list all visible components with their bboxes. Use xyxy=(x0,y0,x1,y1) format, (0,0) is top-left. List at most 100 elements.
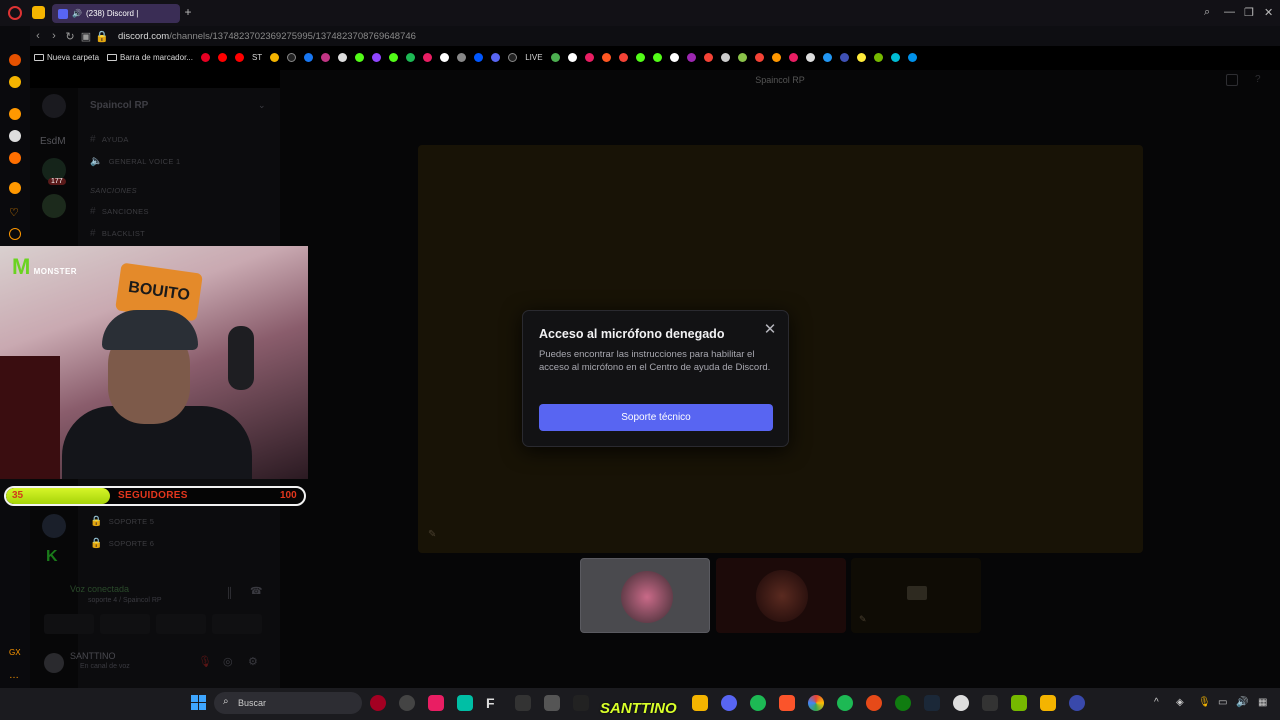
bookmark-icon[interactable] xyxy=(720,52,730,62)
bookmark-icon[interactable] xyxy=(822,52,832,62)
mic-muted-icon[interactable]: 🎙 xyxy=(198,655,212,668)
maximize-button[interactable]: ❐ xyxy=(1244,6,1254,19)
disconnect-icon[interactable]: ☎ xyxy=(250,586,262,597)
server-icon[interactable] xyxy=(42,194,66,218)
nvidia-icon[interactable] xyxy=(1011,695,1027,711)
bookmark-icon[interactable] xyxy=(457,52,467,62)
camera-icon[interactable]: ▣ xyxy=(78,30,94,43)
bookmark-icon[interactable] xyxy=(474,52,484,62)
headphones-icon[interactable]: ◎ xyxy=(223,655,233,668)
bookmark-icon[interactable] xyxy=(584,52,594,62)
opera-logo-icon[interactable] xyxy=(8,6,22,20)
history-icon[interactable] xyxy=(9,228,21,240)
volume-icon[interactable]: 🔊 xyxy=(1236,697,1248,708)
bookmark-icon[interactable] xyxy=(567,52,577,62)
bookmark-icon[interactable] xyxy=(618,52,628,62)
bookmark-icon[interactable] xyxy=(601,52,611,62)
help-icon[interactable]: ? xyxy=(1255,74,1261,85)
bookmark-icon[interactable] xyxy=(890,52,900,62)
voice-location[interactable]: soporte 4 / Spaincol RP xyxy=(88,597,162,604)
screen-share-button[interactable] xyxy=(100,614,150,634)
discord-taskbar-icon[interactable] xyxy=(721,695,737,711)
url-field[interactable]: discord.com/channels/1374823702369275995… xyxy=(118,31,416,42)
close-window-button[interactable]: ✕ xyxy=(1264,6,1273,19)
facebook-icon[interactable] xyxy=(304,52,314,62)
taskbar-app-icon[interactable] xyxy=(866,695,882,711)
server-abbrev[interactable]: EsdM xyxy=(40,136,66,147)
bookmark-icon[interactable] xyxy=(856,52,866,62)
server-icon[interactable] xyxy=(42,514,66,538)
activities-button[interactable] xyxy=(156,614,206,634)
bookmark-icon[interactable] xyxy=(839,52,849,62)
spotify-icon[interactable] xyxy=(406,52,416,62)
kick-server-icon[interactable]: K xyxy=(46,548,58,566)
chevron-up-icon[interactable]: ^ xyxy=(1154,697,1159,708)
search-icon[interactable]: ⌕ xyxy=(1204,6,1210,19)
channel-item[interactable]: 🔒 SOPORTE 5 xyxy=(90,516,154,527)
tray-icon[interactable]: ◈ xyxy=(1176,697,1184,708)
back-button[interactable]: ‹ xyxy=(30,30,46,42)
discord-home-icon[interactable] xyxy=(42,94,66,118)
camera-button[interactable] xyxy=(44,614,94,634)
spotify-icon[interactable] xyxy=(837,695,853,711)
bookmark-icon[interactable] xyxy=(491,52,501,62)
participant-tile[interactable] xyxy=(716,558,846,633)
new-tab-button[interactable]: + xyxy=(181,6,195,20)
sidebar-app-icon[interactable] xyxy=(9,54,21,66)
tiktok-icon[interactable] xyxy=(508,52,518,62)
bookmark-icon[interactable] xyxy=(907,52,917,62)
pinned-tab-icon[interactable] xyxy=(32,6,45,19)
sidebar-app-icon[interactable] xyxy=(9,182,21,194)
bookmark-icon[interactable] xyxy=(737,52,747,62)
gx-icon[interactable]: GX xyxy=(9,648,21,660)
avatar[interactable] xyxy=(44,653,64,673)
server-name[interactable]: Spaincol RP xyxy=(90,100,148,111)
chat-toggle-icon[interactable] xyxy=(1226,74,1238,86)
bookmark-icon[interactable] xyxy=(652,52,662,62)
pinterest-icon[interactable] xyxy=(200,52,210,62)
bookmark-st[interactable]: ST xyxy=(252,53,262,62)
soundboard-button[interactable] xyxy=(212,614,262,634)
chrome-icon[interactable] xyxy=(808,695,824,711)
support-button[interactable]: Soporte técnico xyxy=(539,404,773,431)
sidebar-app-icon[interactable] xyxy=(9,76,21,88)
close-icon[interactable]: ✕ xyxy=(763,322,777,337)
bookmark-icon[interactable] xyxy=(754,52,764,62)
minimize-button[interactable]: — xyxy=(1224,6,1235,18)
x-icon[interactable] xyxy=(338,52,348,62)
taskbar-app-icon[interactable] xyxy=(750,695,766,711)
twitch-icon[interactable] xyxy=(372,52,382,62)
epic-games-icon[interactable] xyxy=(982,695,998,711)
forward-button[interactable]: › xyxy=(46,30,62,42)
channel-item[interactable]: # AYUDA xyxy=(90,134,129,145)
bookmark-folder-barra[interactable]: Barra de marcador... xyxy=(107,53,193,62)
tiktok-icon[interactable] xyxy=(287,52,297,62)
bookmark-icon[interactable] xyxy=(788,52,798,62)
discord-sidebar-icon[interactable] xyxy=(9,152,21,164)
taskbar-app-icon[interactable] xyxy=(1040,695,1056,711)
instagram-icon[interactable] xyxy=(321,52,331,62)
bookmark-icon[interactable] xyxy=(686,52,696,62)
channel-item[interactable]: 🔈 GENERAL VOICE 1 xyxy=(90,156,181,167)
taskbar-app-icon[interactable] xyxy=(573,695,589,711)
microphone-tray-icon[interactable]: 🎙 xyxy=(1198,697,1211,708)
more-icon[interactable]: … xyxy=(9,670,21,682)
tab-discord[interactable]: 🔊 (238) Discord | xyxy=(52,4,180,23)
username[interactable]: SANTTINO xyxy=(70,651,116,661)
taskbar-app-icon[interactable]: F xyxy=(486,695,502,711)
bookmark-folder-nueva[interactable]: Nueva carpeta xyxy=(34,53,99,62)
participant-tile[interactable]: ✎ xyxy=(851,558,981,633)
bookmark-icon[interactable] xyxy=(423,52,433,62)
chevron-down-icon[interactable]: ⌄ xyxy=(258,100,266,111)
bookmark-icon[interactable] xyxy=(771,52,781,62)
category-header[interactable]: SANCIONES xyxy=(90,186,137,195)
brave-icon[interactable] xyxy=(779,695,795,711)
taskbar-app-icon[interactable] xyxy=(953,695,969,711)
taskbar-app-icon[interactable] xyxy=(515,695,531,711)
display-tray-icon[interactable]: ▭ xyxy=(1218,697,1227,708)
steam-icon[interactable] xyxy=(924,695,940,711)
bookmark-icon[interactable] xyxy=(270,52,280,62)
tiktok-taskbar-icon[interactable] xyxy=(428,695,444,711)
taskbar-search[interactable]: ⌕ Buscar xyxy=(214,692,362,714)
bookmark-icon[interactable] xyxy=(805,52,815,62)
